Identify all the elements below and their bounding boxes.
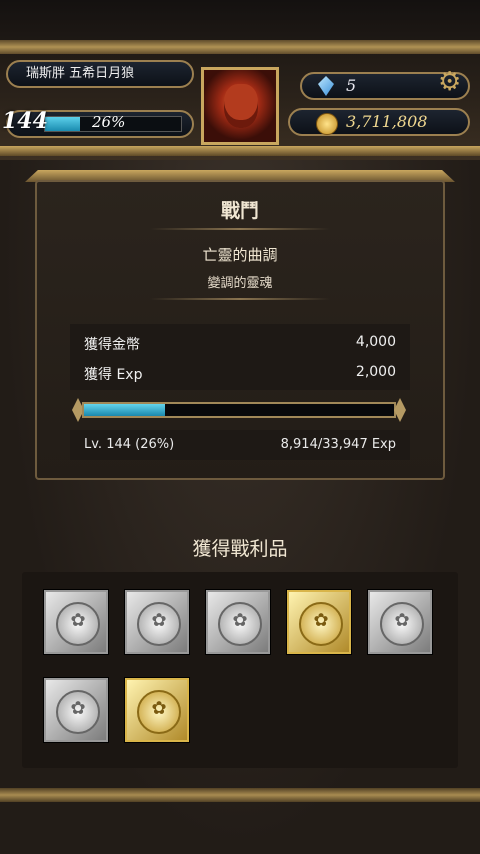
exp-label: 獲得 Exp	[84, 367, 143, 383]
loot-title: 獲得戰利品	[192, 538, 288, 560]
loot-item-gold-coin-card[interactable]	[287, 590, 351, 654]
player-level: 144	[2, 108, 48, 134]
exp-total-text: 8,914/33,947 Exp	[280, 437, 396, 452]
stage-subtitle: 變調的靈魂	[207, 276, 273, 291]
footer-ornament	[0, 788, 480, 802]
coin-icon	[380, 602, 424, 646]
avatar-face	[224, 84, 258, 128]
coin-icon	[56, 602, 100, 646]
coin-icon	[56, 690, 100, 734]
gold-count: 3,711,808	[346, 112, 428, 131]
loot-item-silver-coin-card[interactable]	[44, 590, 108, 654]
loot-item-silver-coin-card[interactable]	[125, 590, 189, 654]
gear-icon[interactable]: ⚙	[438, 68, 461, 96]
loot-item-silver-coin-card[interactable]	[44, 678, 108, 742]
coins-label: 獲得金幣	[84, 337, 140, 353]
coin-icon	[137, 690, 181, 734]
level-text: Lv. 144 (26%)	[84, 437, 175, 452]
loot-item-silver-coin-card[interactable]	[206, 590, 270, 654]
loot-item-gold-coin-card[interactable]	[125, 678, 189, 742]
coin-icon	[316, 113, 338, 135]
reward-stats: 獲得金幣 4,000 獲得 Exp 2,000	[70, 324, 410, 390]
divider	[150, 228, 330, 230]
header-ornament	[0, 40, 480, 54]
divider	[150, 298, 330, 300]
gem-count: 5	[346, 76, 357, 95]
coin-icon	[137, 602, 181, 646]
exp-value: 2,000	[355, 364, 396, 380]
coin-icon	[218, 602, 262, 646]
coin-icon	[299, 602, 343, 646]
level-percent: 26%	[92, 113, 126, 131]
exp-progress-bar	[82, 402, 396, 418]
exp-progress-fill	[84, 404, 165, 416]
level-progress-fill	[45, 117, 81, 131]
exp-row: 獲得 Exp 2,000	[84, 364, 396, 384]
avatar[interactable]	[201, 67, 279, 145]
battle-title: 戰鬥	[220, 200, 259, 222]
coins-value: 4,000	[355, 334, 396, 350]
stage-name: 亡靈的曲調	[202, 246, 278, 264]
level-exp-row: Lv. 144 (26%) 8,914/33,947 Exp	[70, 430, 410, 460]
loot-grid	[22, 572, 458, 768]
coins-row: 獲得金幣 4,000	[84, 334, 396, 354]
header-ornament-bottom	[0, 146, 480, 156]
player-name[interactable]: 瑞斯胖 五希日月狼	[6, 60, 194, 88]
loot-item-silver-coin-card[interactable]	[368, 590, 432, 654]
